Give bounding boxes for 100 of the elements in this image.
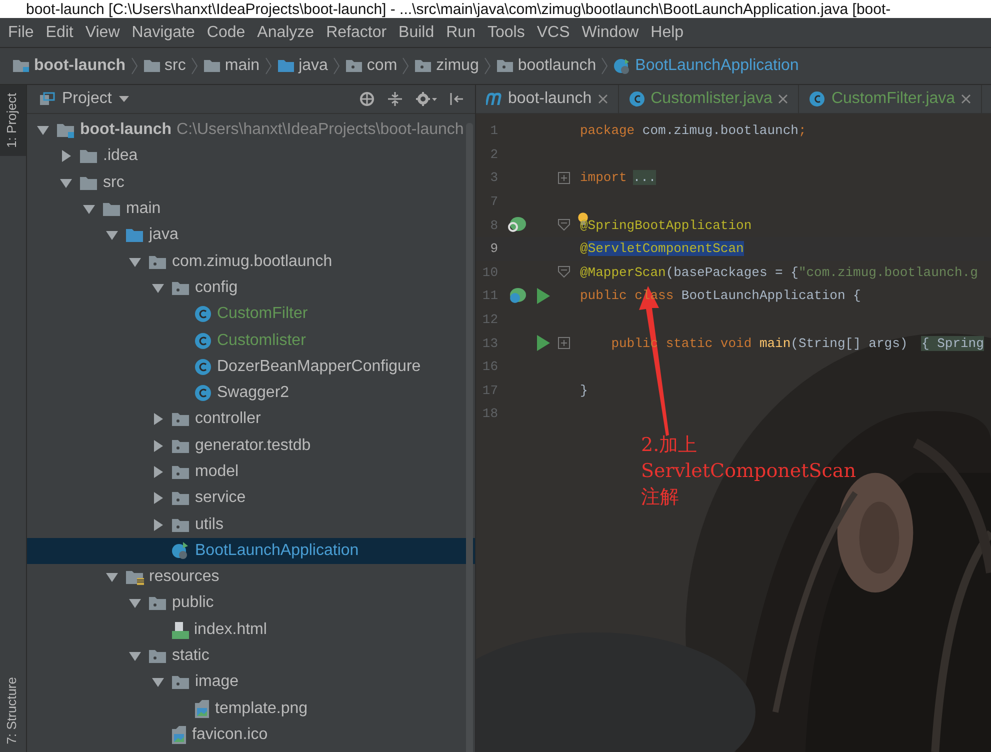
breadcrumb-item[interactable]: com [342, 55, 400, 77]
tree-item[interactable]: generator.testdb [27, 432, 475, 459]
tree-item[interactable]: Swagger2 [27, 380, 475, 406]
code-line: @ServletComponentScan [580, 241, 744, 256]
tree-item[interactable]: .idea [27, 143, 475, 170]
expanded-arrow-icon[interactable] [152, 282, 164, 294]
collapsed-arrow-icon[interactable] [60, 150, 72, 162]
menu-item[interactable]: View [81, 24, 128, 42]
tool-window-tab[interactable]: 1: Project [0, 85, 26, 156]
expanded-arrow-icon[interactable] [152, 676, 164, 688]
chevron-icon [190, 57, 198, 75]
menu-item[interactable]: Analyze [253, 24, 322, 42]
hide-icon[interactable] [449, 91, 465, 107]
expanded-arrow-icon[interactable] [129, 597, 141, 610]
menu-item[interactable]: Edit [42, 24, 82, 42]
tree-item[interactable]: utils [27, 511, 475, 538]
run-icon[interactable] [536, 335, 550, 352]
tree-item[interactable]: template.png [27, 696, 475, 722]
tree-item[interactable]: public [27, 590, 475, 617]
tree-item[interactable]: com.zimug.bootlaunch [27, 248, 475, 275]
tree-item[interactable]: java [27, 222, 475, 248]
tree-item[interactable]: image [27, 669, 475, 696]
folder-icon [276, 59, 295, 73]
expanded-arrow-icon[interactable] [83, 203, 95, 216]
menu-item[interactable]: Run [442, 24, 484, 42]
breadcrumb-item[interactable]: main [200, 55, 262, 77]
breadcrumb-item[interactable]: boot-launch [10, 55, 128, 77]
spring-class-icon [613, 57, 632, 75]
folder-icon [171, 464, 190, 480]
tree-item[interactable]: resources [27, 564, 475, 590]
editor-tab[interactable]: boot-launch [476, 85, 619, 113]
tree-item[interactable]: model [27, 458, 475, 486]
tree-item[interactable]: src [27, 170, 475, 196]
expanded-arrow-icon[interactable] [106, 571, 118, 584]
chevron-icon [130, 57, 138, 75]
tree-item[interactable]: favicon.ico [27, 722, 475, 748]
chevron-icon [484, 57, 491, 75]
tree-item[interactable]: index.html [27, 616, 475, 643]
expanded-arrow-icon[interactable] [60, 176, 72, 189]
breadcrumb-item[interactable]: java [274, 55, 330, 77]
folder-icon [171, 674, 190, 690]
target-icon[interactable] [359, 91, 375, 107]
tree-item[interactable]: DozerBeanMapperConfigure [27, 354, 475, 380]
menu-item[interactable]: Help [646, 24, 692, 42]
close-icon[interactable] [961, 94, 972, 104]
expand-fold-icon[interactable] [558, 172, 570, 184]
tree-item[interactable]: config [27, 274, 475, 302]
editor-tab[interactable]: CustomFilter.java [799, 85, 982, 113]
chevron-icon [264, 57, 272, 75]
menu-item[interactable]: VCS [532, 24, 578, 42]
scrollbar[interactable] [466, 123, 473, 752]
class-icon [194, 332, 212, 350]
panel-title[interactable]: Project [39, 90, 129, 108]
expanded-arrow-icon[interactable] [129, 650, 141, 662]
breadcrumb-item[interactable]: bootlaunch [494, 55, 598, 77]
breadcrumb-item[interactable]: src [140, 55, 188, 77]
expanded-arrow-icon[interactable] [106, 229, 118, 242]
tree-item[interactable]: CustomFilter [27, 301, 475, 328]
collapsed-arrow-icon[interactable] [152, 492, 164, 504]
code-line: import ... [580, 170, 656, 186]
menu-item[interactable]: Refactor [322, 24, 395, 42]
menu-item[interactable]: Tools [483, 24, 533, 42]
breadcrumb-item[interactable]: zimug [412, 55, 481, 77]
folder-icon [148, 595, 167, 612]
collapse-icon[interactable] [387, 91, 403, 107]
folder-icon [414, 59, 432, 73]
breadcrumb-item[interactable]: BootLaunchApplication [611, 55, 801, 77]
close-icon[interactable] [778, 94, 788, 104]
expand-fold-icon[interactable] [558, 337, 570, 350]
expanded-arrow-icon[interactable] [37, 124, 49, 136]
collapsed-arrow-icon[interactable] [152, 518, 164, 531]
folder-icon [125, 569, 144, 586]
collapsed-arrow-icon[interactable] [152, 413, 164, 426]
collapse-fold-icon[interactable] [558, 219, 570, 232]
tree-item[interactable]: service [27, 485, 475, 512]
menu-item[interactable]: Navigate [128, 24, 203, 42]
annotation-text: 注解 [641, 485, 680, 510]
maven-icon [486, 92, 502, 106]
folder-icon [171, 411, 190, 428]
menu-item[interactable]: Code [202, 24, 254, 42]
editor-tab[interactable]: Customlister.java [618, 85, 800, 113]
menu-item[interactable]: Build [394, 24, 442, 42]
tree-item[interactable]: controller [27, 406, 475, 433]
close-icon[interactable] [598, 94, 608, 104]
tree-item[interactable]: BootLaunchApplication [27, 538, 475, 564]
tree-item[interactable]: Customlister [27, 327, 475, 354]
run-icon[interactable] [536, 288, 550, 304]
tree-item[interactable]: main [27, 196, 475, 222]
tree-item[interactable]: boot-launch C:\Users\hanxt\IdeaProjects\boot-launch [27, 117, 475, 144]
collapsed-arrow-icon[interactable] [152, 466, 164, 478]
collapse-fold-icon[interactable] [558, 266, 570, 278]
tree-item[interactable]: static [27, 642, 475, 670]
expanded-arrow-icon[interactable] [129, 256, 141, 268]
code-line: @SpringBootApplication [580, 218, 752, 233]
collapsed-arrow-icon[interactable] [152, 440, 164, 452]
tool-window-tab[interactable]: 7: Structure [0, 668, 26, 752]
settings-icon[interactable] [415, 91, 437, 107]
chevron-icon [332, 57, 340, 75]
menu-item[interactable]: File [4, 24, 42, 42]
menu-item[interactable]: Window [578, 24, 647, 42]
